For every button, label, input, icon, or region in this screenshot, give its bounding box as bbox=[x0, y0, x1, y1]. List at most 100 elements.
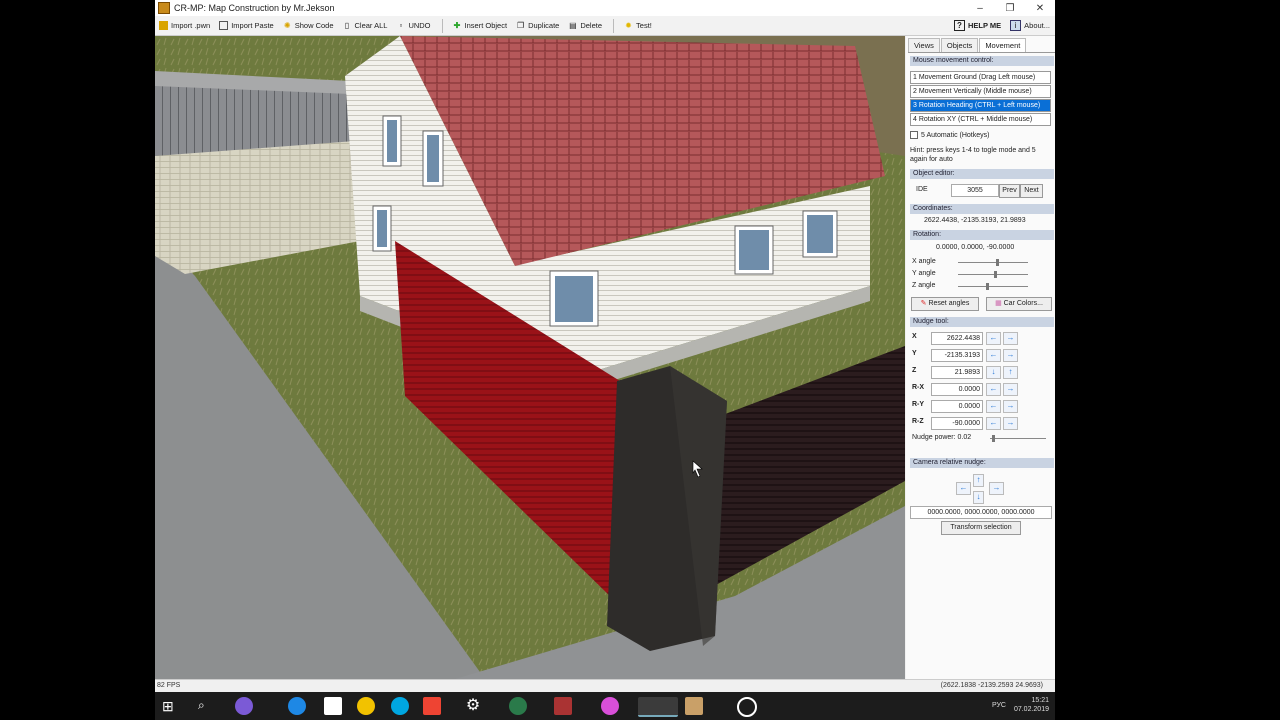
show-code-button[interactable]: ✺ Show Code bbox=[279, 17, 338, 34]
auto-checkbox[interactable]: 5 Automatic (Hotkeys) bbox=[910, 131, 989, 139]
nudge-axis-label: R-X bbox=[912, 384, 925, 391]
ide-input[interactable]: 3055 bbox=[951, 184, 999, 197]
info-icon: i bbox=[1010, 20, 1022, 31]
x-angle-slider[interactable] bbox=[958, 259, 1028, 266]
nudge-increase-button[interactable]: ↑ bbox=[1003, 366, 1018, 379]
yandex-icon[interactable] bbox=[423, 697, 441, 715]
import-icon bbox=[159, 21, 168, 30]
coordinates-header: Coordinates: bbox=[910, 204, 1054, 214]
delete-button[interactable]: ▤ Delete bbox=[564, 17, 606, 34]
cortana-icon[interactable] bbox=[235, 697, 253, 715]
nudge-decrease-button[interactable]: ← bbox=[986, 383, 1001, 396]
clock-date: 07.02.2019 bbox=[1013, 706, 1049, 713]
duplicate-icon: ❐ bbox=[516, 21, 525, 30]
object-editor-header: Object editor: bbox=[910, 169, 1054, 179]
car-colors-button[interactable]: ▦ Car Colors... bbox=[986, 297, 1052, 311]
nudge-axis-label: Y bbox=[912, 350, 917, 357]
nudge-axis-label: R-Y bbox=[912, 401, 925, 408]
y-angle-slider[interactable] bbox=[958, 271, 1028, 278]
delete-icon: ▤ bbox=[569, 21, 577, 30]
scene-render bbox=[155, 36, 905, 679]
nudge-decrease-button[interactable]: ← bbox=[986, 349, 1001, 362]
undo-button[interactable]: ▫ UNDO bbox=[392, 17, 434, 34]
insert-object-button[interactable]: ✚ Insert Object bbox=[449, 17, 512, 34]
camera-nudge-input[interactable]: 0000.0000, 0000.0000, 0000.0000 bbox=[910, 506, 1052, 519]
windows-start-icon[interactable]: ⊞ bbox=[162, 699, 174, 713]
files-icon[interactable] bbox=[324, 697, 342, 715]
tab-views[interactable]: Views bbox=[908, 38, 940, 52]
minimize-button[interactable]: – bbox=[965, 3, 995, 14]
nudge-axis-label: X bbox=[912, 333, 917, 340]
settings-icon[interactable]: ⚙ bbox=[464, 697, 482, 715]
obs-icon[interactable] bbox=[737, 697, 757, 717]
nudge-increase-button[interactable]: → bbox=[1003, 400, 1018, 413]
tab-movement[interactable]: Movement bbox=[979, 38, 1027, 52]
undo-icon: ▫ bbox=[399, 21, 403, 30]
globe-icon[interactable] bbox=[509, 697, 527, 715]
mode-movement-ground[interactable]: 1 Movement Ground (Drag Left mouse) bbox=[910, 71, 1051, 84]
nudge-input-y[interactable]: -2135.3193 bbox=[931, 349, 983, 362]
z-angle-slider[interactable] bbox=[958, 283, 1028, 290]
nudge-input-r-y[interactable]: 0.0000 bbox=[931, 400, 983, 413]
fps-counter: 82 FPS bbox=[157, 682, 181, 689]
nudge-decrease-button[interactable]: ← bbox=[986, 332, 1001, 345]
nudge-decrease-button[interactable]: ← bbox=[986, 417, 1001, 430]
nudge-input-r-x[interactable]: 0.0000 bbox=[931, 383, 983, 396]
import-pwn-button[interactable]: Import .pwn bbox=[155, 17, 214, 34]
search-icon[interactable]: ⌕ bbox=[198, 698, 205, 713]
ide-label: IDE bbox=[916, 186, 928, 193]
3d-viewport[interactable] bbox=[155, 36, 905, 679]
nudge-decrease-button[interactable]: ↓ bbox=[986, 366, 1001, 379]
language-indicator[interactable]: РУС bbox=[992, 701, 1006, 710]
mode-movement-vertical[interactable]: 2 Movement Vertically (Middle mouse) bbox=[910, 85, 1051, 98]
nudge-input-x[interactable]: 2622.4438 bbox=[931, 332, 983, 345]
duplicate-button[interactable]: ❐ Duplicate bbox=[512, 17, 563, 34]
next-button[interactable]: Next bbox=[1020, 184, 1043, 198]
nudge-increase-button[interactable]: → bbox=[1003, 383, 1018, 396]
chess-icon[interactable] bbox=[685, 697, 703, 715]
plus-icon: ✚ bbox=[453, 21, 461, 30]
taskbar: ⊞ ⌕ ⚙ РУС 15:21 07.02.2019 bbox=[155, 692, 1055, 720]
sun-icon: ✹ bbox=[625, 21, 632, 30]
reset-angles-button[interactable]: ✎ Reset angles bbox=[911, 297, 979, 311]
active-app-task[interactable] bbox=[638, 697, 678, 717]
nudge-decrease-button[interactable]: ← bbox=[986, 400, 1001, 413]
code-icon: ✺ bbox=[283, 21, 291, 30]
import-paste-button[interactable]: Import Paste bbox=[215, 17, 278, 34]
radiation-icon[interactable] bbox=[357, 697, 375, 715]
about-button[interactable]: i About... bbox=[1006, 17, 1054, 34]
cam-down-button[interactable]: ↓ bbox=[973, 491, 984, 504]
transform-selection-button[interactable]: Transform selection bbox=[941, 521, 1021, 535]
title-bar: CR-MP: Map Construction by Mr.Jekson – ❐… bbox=[155, 0, 1055, 16]
cam-right-button[interactable]: → bbox=[989, 482, 1004, 495]
properties-panel: Views Objects Movement Mouse movement co… bbox=[906, 36, 1055, 679]
browser-icon[interactable] bbox=[288, 697, 306, 715]
tab-objects[interactable]: Objects bbox=[940, 38, 979, 52]
nudge-input-z[interactable]: 21.9893 bbox=[931, 366, 983, 379]
nudge-axis-label: Z bbox=[912, 367, 917, 374]
nudge-increase-button[interactable]: → bbox=[1003, 332, 1018, 345]
mode-rotation-xy[interactable]: 4 Rotation XY (CTRL + Middle mouse) bbox=[910, 113, 1051, 126]
nudge-power-slider[interactable] bbox=[990, 435, 1046, 442]
help-button[interactable]: ? HELP ME bbox=[950, 17, 1005, 34]
nudge-power-label: Nudge power: 0.02 bbox=[912, 434, 972, 441]
help-icon: ? bbox=[953, 20, 965, 31]
cursor-coordinates: (2622.1838 -2139.2593 24.9693) bbox=[940, 682, 1043, 689]
prev-button[interactable]: Prev bbox=[999, 184, 1020, 198]
cam-left-button[interactable]: ← bbox=[956, 482, 971, 495]
clear-all-button[interactable]: ▯ Clear ALL bbox=[339, 17, 392, 34]
cam-up-button[interactable]: ↑ bbox=[973, 474, 984, 487]
mode-rotation-heading[interactable]: 3 Rotation Heading (CTRL + Left mouse) bbox=[910, 99, 1051, 112]
system-tray: РУС 15:21 07.02.2019 bbox=[992, 696, 1049, 714]
maximize-button[interactable]: ❐ bbox=[995, 3, 1025, 14]
close-button[interactable]: ✕ bbox=[1025, 3, 1055, 14]
nudge-input-r-z[interactable]: -90.0000 bbox=[931, 417, 983, 430]
nudge-increase-button[interactable]: → bbox=[1003, 417, 1018, 430]
test-button[interactable]: ✹ Test! bbox=[620, 17, 656, 34]
nudge-axis-label: R-Z bbox=[912, 418, 924, 425]
skype-icon[interactable] bbox=[391, 697, 409, 715]
balloon-icon[interactable] bbox=[601, 697, 619, 715]
app-red-icon[interactable] bbox=[554, 697, 572, 715]
nudge-increase-button[interactable]: → bbox=[1003, 349, 1018, 362]
rotation-header: Rotation: bbox=[910, 230, 1054, 240]
